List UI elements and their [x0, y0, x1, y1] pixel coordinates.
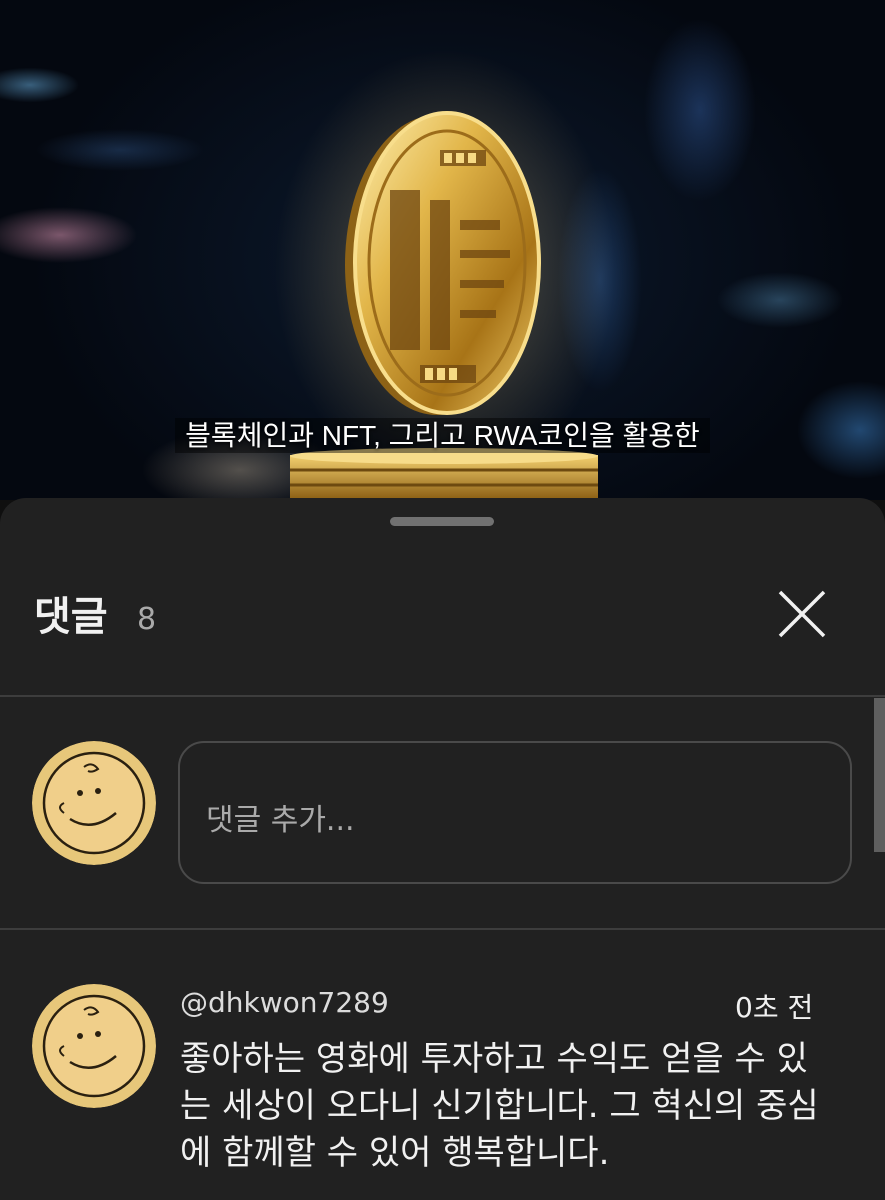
add-comment-field[interactable]: 댓글 추가... — [178, 741, 852, 884]
input-divider — [0, 928, 885, 930]
charlie-brown-avatar-image — [32, 984, 156, 1108]
comments-sheet: 댓글 8 댓글 추가... @dhkwon7289 0초 전 좋아하는 영화에 … — [0, 498, 885, 1200]
close-button[interactable] — [774, 586, 830, 642]
charlie-brown-avatar-image — [32, 741, 156, 865]
comment-author-avatar[interactable] — [32, 984, 156, 1108]
video-player[interactable]: 블록체인과 NFT, 그리고 RWA코인을 활용한 — [0, 0, 885, 500]
comments-title: 댓글 — [34, 594, 108, 640]
close-icon — [778, 590, 826, 638]
comment-text-line: 에 함께할 수 있어 행복합니다. — [180, 1133, 610, 1173]
drag-handle[interactable] — [390, 517, 494, 526]
comment-author[interactable]: @dhkwon7289 — [180, 986, 389, 1019]
video-subtitle: 블록체인과 NFT, 그리고 RWA코인을 활용한 — [0, 414, 885, 454]
header-divider — [0, 695, 885, 697]
comment-text-line: 는 세상이 오다니 신기합니다. 그 혁신의 중심 — [180, 1086, 819, 1126]
add-comment-placeholder: 댓글 추가... — [206, 803, 355, 838]
comments-count: 8 — [137, 602, 157, 637]
scrollbar[interactable] — [874, 698, 885, 852]
video-subtitle-text: 블록체인과 NFT, 그리고 RWA코인을 활용한 — [175, 418, 710, 453]
user-avatar[interactable] — [32, 741, 156, 865]
comment-timestamp: 0초 전 — [735, 991, 814, 1024]
comment-text-line: 좋아하는 영화에 투자하고 수익도 얻을 수 있 — [180, 1039, 808, 1079]
comment-text: 좋아하는 영화에 투자하고 수익도 얻을 수 있 는 세상이 오다니 신기합니다… — [180, 1036, 840, 1177]
